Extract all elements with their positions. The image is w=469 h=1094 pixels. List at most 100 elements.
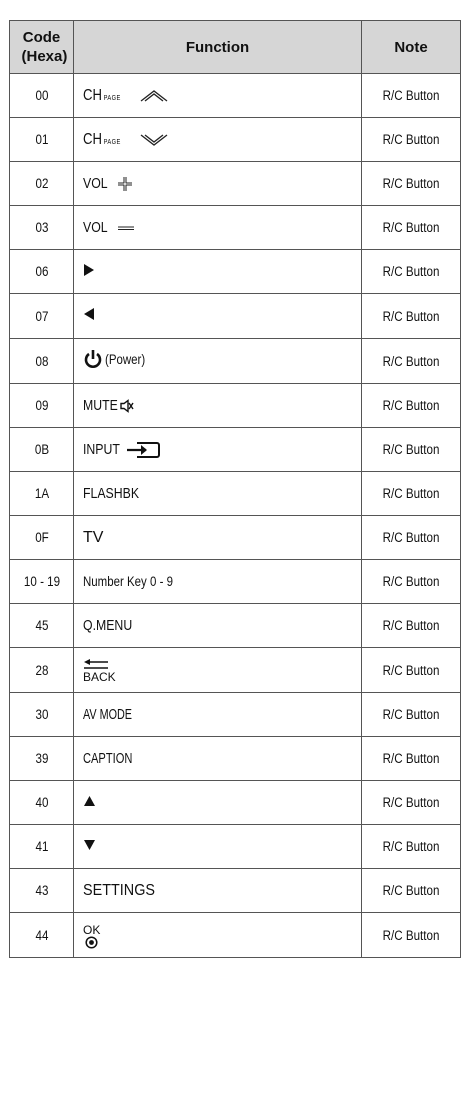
note-label: R/C Button <box>382 618 440 633</box>
function-cell: FLASHBK <box>73 471 362 516</box>
code-cell: 0F <box>13 515 70 560</box>
triangle-down-icon <box>84 840 95 850</box>
code-cell: 02 <box>13 161 70 206</box>
note-label: R/C Button <box>382 88 440 103</box>
note-cell: R/C Button <box>361 383 461 428</box>
note-cell: R/C Button <box>361 515 461 560</box>
table-row: 03 VOL R/C Button <box>10 205 461 250</box>
back-arrow-icon <box>84 658 108 669</box>
table-row: 0B INPUT R/C Button <box>10 427 461 472</box>
note-cell: R/C Button <box>361 559 461 604</box>
note-cell: R/C Button <box>361 161 461 206</box>
code-cell: 08 <box>13 338 70 384</box>
remote-code-table: Code (Hexa) Function Note 00 CH PAGE R/C … <box>9 20 461 958</box>
function-label: SETTINGS <box>83 881 156 899</box>
table-row: 09 MUTE R/C Button <box>10 383 461 428</box>
ch-label: CH <box>83 130 102 148</box>
code-cell: 0B <box>13 427 70 472</box>
table-row: 30 AV MODE R/C Button <box>10 692 461 737</box>
function-cell: MUTE <box>73 383 362 428</box>
note-label: R/C Button <box>382 530 440 545</box>
function-cell: BACK <box>73 647 362 693</box>
header-note: Note <box>361 20 461 74</box>
function-label: CH PAGE <box>83 87 126 105</box>
function-cell: CH PAGE <box>73 117 362 162</box>
table-row: 45 Q.MENU R/C Button <box>10 603 461 648</box>
ch-label: CH <box>83 86 102 104</box>
function-label: INPUT <box>83 441 120 458</box>
header-code: Code (Hexa) <box>9 20 74 74</box>
note-label: R/C Button <box>382 839 440 854</box>
function-label: CAPTION <box>83 750 133 767</box>
note-label: R/C Button <box>382 308 440 324</box>
ok-circle-icon <box>85 936 98 949</box>
chevron-down-icon <box>140 133 168 146</box>
function-label: MUTE <box>83 397 118 414</box>
note-label: R/C Button <box>382 442 440 457</box>
table-row: 28 BACK R/C Button <box>10 647 461 693</box>
table-row: 40 R/C Button <box>10 780 461 825</box>
note-cell: R/C Button <box>361 73 461 118</box>
note-label: R/C Button <box>382 398 440 413</box>
page-label: PAGE <box>103 138 121 146</box>
function-cell: VOL <box>73 205 362 250</box>
code-cell: 39 <box>13 736 70 781</box>
table-row: 01 CH PAGE R/C Button <box>10 117 461 162</box>
note-label: R/C Button <box>382 751 440 766</box>
table-row: 00 CH PAGE R/C Button <box>10 73 461 118</box>
code-cell: 43 <box>13 868 70 913</box>
function-cell: CH PAGE <box>73 73 362 118</box>
note-label: R/C Button <box>382 486 440 501</box>
table-row: 02 VOL R/C Button <box>10 161 461 206</box>
note-cell: R/C Button <box>361 647 461 693</box>
function-label: TV <box>83 528 104 546</box>
function-label: Number Key 0 - 9 <box>83 573 173 589</box>
triangle-left-icon <box>84 308 94 320</box>
code-cell: 09 <box>13 383 70 428</box>
table-row: 06 R/C Button <box>10 249 461 294</box>
note-label: R/C Button <box>382 220 440 235</box>
note-label: R/C Button <box>382 176 440 191</box>
minus-icon <box>118 226 135 230</box>
function-cell: Q.MENU <box>73 603 362 648</box>
plus-icon <box>118 176 133 191</box>
page-label: PAGE <box>103 94 121 102</box>
function-cell: TV <box>73 515 362 560</box>
note-label: R/C Button <box>382 353 440 369</box>
note-cell: R/C Button <box>361 293 461 339</box>
note-cell: R/C Button <box>361 338 461 384</box>
function-cell: VOL <box>73 161 362 206</box>
mute-icon <box>119 398 134 413</box>
note-cell: R/C Button <box>361 117 461 162</box>
code-cell: 00 <box>13 73 70 118</box>
code-cell: 41 <box>13 824 70 869</box>
function-cell: Number Key 0 - 9 <box>73 559 362 604</box>
code-cell: 01 <box>13 117 70 162</box>
note-cell: R/C Button <box>361 736 461 781</box>
function-cell <box>73 293 362 339</box>
function-label: VOL <box>83 175 108 192</box>
header-code-label: Code (Hexa) <box>21 29 68 65</box>
function-cell: SETTINGS <box>73 868 362 913</box>
code-cell: 30 <box>13 692 70 737</box>
table-row: 10 - 19 Number Key 0 - 9 R/C Button <box>10 559 461 604</box>
code-cell: 28 <box>13 647 70 693</box>
function-label: Q.MENU <box>83 617 133 634</box>
power-icon <box>84 350 102 368</box>
input-icon <box>127 441 160 458</box>
table-row: 08 (Power) R/C Button <box>10 338 461 384</box>
note-label: R/C Button <box>382 574 440 589</box>
note-cell: R/C Button <box>361 427 461 472</box>
note-label: R/C Button <box>382 707 440 722</box>
note-cell: R/C Button <box>361 912 461 958</box>
note-cell: R/C Button <box>361 868 461 913</box>
code-cell: 1A <box>13 471 70 516</box>
note-cell: R/C Button <box>361 249 461 294</box>
note-label: R/C Button <box>382 795 440 810</box>
table-row: 43 SETTINGS R/C Button <box>10 868 461 913</box>
code-cell: 06 <box>13 249 70 294</box>
function-label: (Power) <box>105 351 146 367</box>
triangle-up-icon <box>84 796 95 806</box>
note-cell: R/C Button <box>361 603 461 648</box>
function-label: OK <box>83 923 101 937</box>
